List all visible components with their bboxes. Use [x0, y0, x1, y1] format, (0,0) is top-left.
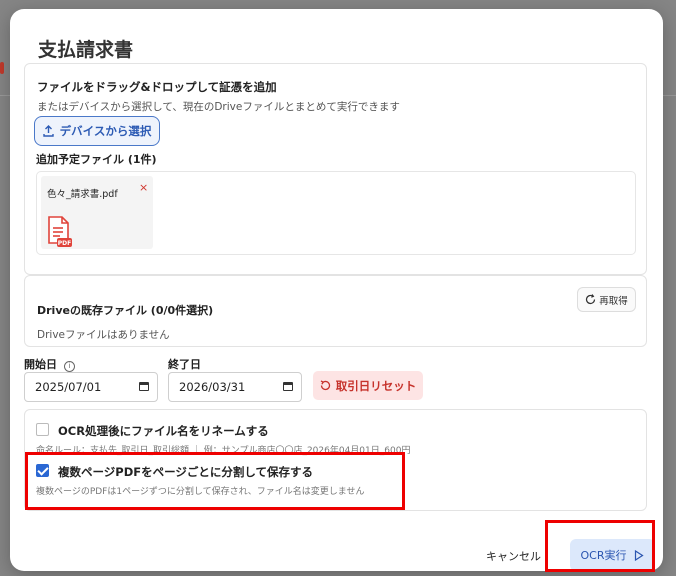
reset-date-button[interactable]: 取引日リセット — [313, 371, 423, 400]
svg-text:PDF: PDF — [58, 240, 71, 247]
drive-empty-text: Driveファイルはありません — [37, 329, 170, 341]
file-card: 色々_請求書.pdf × PDF — [41, 176, 153, 249]
start-date-input[interactable]: 2025/07/01 — [24, 372, 158, 402]
file-name: 色々_請求書.pdf — [47, 189, 118, 200]
select-from-device-label: デバイスから選択 — [59, 124, 152, 138]
reset-icon — [320, 380, 330, 391]
end-date-input[interactable]: 2026/03/31 — [168, 372, 302, 402]
backdrop-indicator — [0, 62, 4, 74]
pending-files-list: 色々_請求書.pdf × PDF — [36, 171, 636, 255]
pdf-file-icon: PDF — [48, 216, 72, 247]
start-date-label: 開始日 i — [24, 356, 75, 372]
drive-files-section: Driveの既存ファイル (0/0件選択) Driveファイルはありません — [24, 275, 647, 347]
upload-subtext: またはデバイスから選択して、現在のDriveファイルとまとめて実行できます — [37, 101, 400, 113]
upload-icon — [42, 125, 54, 137]
start-date-label-text: 開始日 — [24, 358, 57, 371]
end-date-value: 2026/03/31 — [179, 380, 246, 394]
upload-heading: ファイルをドラッグ&ドロップして証憑を追加 — [37, 80, 277, 94]
drive-heading: Driveの既存ファイル (0/0件選択) — [37, 304, 214, 317]
cancel-button[interactable]: キャンセル — [486, 548, 541, 564]
refresh-label: 再取得 — [599, 295, 628, 307]
pending-files-label: 追加予定ファイル (1件) — [36, 153, 157, 166]
refresh-button[interactable]: 再取得 — [577, 287, 636, 312]
select-from-device-button[interactable]: デバイスから選択 — [34, 116, 160, 146]
start-date-value: 2025/07/01 — [35, 380, 102, 394]
modal-title: 支払請求書 — [38, 39, 134, 61]
end-date-label: 終了日 — [168, 358, 201, 371]
remove-file-button[interactable]: × — [139, 181, 148, 194]
highlight-annotation-ocr-button — [545, 520, 655, 572]
reset-date-label: 取引日リセット — [335, 378, 417, 393]
highlight-annotation-split-option — [25, 452, 405, 510]
rename-checkbox[interactable] — [36, 423, 49, 436]
info-icon: i — [63, 361, 75, 372]
rename-option-label: OCR処理後にファイル名をリネームする — [58, 424, 269, 438]
calendar-icon[interactable] — [139, 382, 149, 391]
calendar-icon[interactable] — [283, 382, 293, 391]
refresh-icon — [586, 294, 596, 305]
